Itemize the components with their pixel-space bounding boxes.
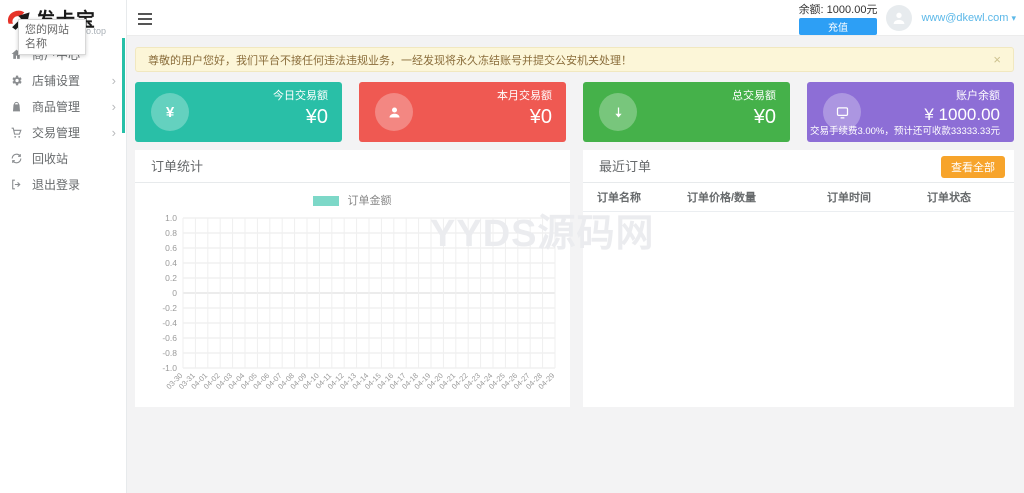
stat-card-label: 账户余额 bbox=[810, 90, 1000, 104]
yen-icon: ¥ bbox=[151, 93, 189, 131]
sidebar-menu: 商户中心店铺设置›商品管理›交易管理›回收站退出登录 bbox=[0, 36, 126, 197]
user-icon bbox=[375, 93, 413, 131]
order-amount-chart: 1.00.80.60.40.20-0.2-0.4-0.6-0.8-1.003-3… bbox=[143, 210, 563, 418]
legend-swatch bbox=[313, 196, 339, 206]
sidebar-item-bag[interactable]: 商品管理 › bbox=[0, 93, 126, 119]
chart-legend: 订单金额 bbox=[135, 192, 570, 208]
view-all-button[interactable]: 查看全部 bbox=[941, 156, 1005, 178]
account-email: www@dkewl.com bbox=[921, 12, 1008, 24]
chart-area: 1.00.80.60.40.20-0.2-0.4-0.6-0.8-1.003-3… bbox=[135, 208, 570, 423]
sidebar-item-label: 店铺设置 bbox=[32, 72, 80, 89]
svg-text:0.2: 0.2 bbox=[165, 273, 177, 283]
svg-text:0.4: 0.4 bbox=[165, 258, 177, 268]
stat-card: ¥ 今日交易额¥0 bbox=[135, 82, 342, 142]
orders-column-header: 订单时间 bbox=[827, 189, 927, 205]
balance-text: 余额: 1000.00元 bbox=[799, 1, 878, 17]
svg-text:0.8: 0.8 bbox=[165, 228, 177, 238]
orders-column-header: 订单名称 bbox=[597, 189, 687, 205]
recent-orders-title: 最近订单 bbox=[599, 159, 651, 174]
sidebar-item-recycle[interactable]: 回收站 bbox=[0, 145, 126, 171]
stat-card-value: ¥0 bbox=[732, 105, 776, 130]
chevron-right-icon: › bbox=[112, 126, 116, 139]
legend-label: 订单金额 bbox=[348, 195, 392, 207]
stat-card-note: 交易手续费3.00%，预计还可收款33333.33元 bbox=[810, 126, 1000, 138]
stat-card-label: 本月交易额 bbox=[497, 90, 552, 104]
stat-card: 本月交易额¥0 bbox=[359, 82, 566, 142]
topbar: 余额: 1000.00元 充值 www@dkewl.com ▾ bbox=[127, 0, 1024, 36]
sidebar-item-label: 退出登录 bbox=[32, 176, 80, 193]
sidebar-item-label: 商品管理 bbox=[32, 98, 80, 115]
gear-icon bbox=[10, 74, 25, 87]
stat-card-value: ¥ 1000.00 bbox=[810, 104, 1000, 125]
recent-orders-panel: 最近订单 查看全部 订单名称订单价格/数量订单时间订单状态 bbox=[583, 150, 1014, 407]
svg-text:-0.6: -0.6 bbox=[162, 333, 177, 343]
sidebar-item-logout[interactable]: 退出登录 bbox=[0, 171, 126, 197]
sidebar-item-gear[interactable]: 店铺设置 › bbox=[0, 67, 126, 93]
notice-text: 尊敬的用户您好，我们平台不接任何违法违规业务，一经发现将永久冻结账号并提交公安机… bbox=[148, 52, 632, 68]
account-dropdown[interactable]: www@dkewl.com ▾ bbox=[921, 12, 1016, 24]
sidebar-item-label: 交易管理 bbox=[32, 124, 80, 141]
bag-icon bbox=[10, 100, 25, 113]
topbar-right: 余额: 1000.00元 充值 www@dkewl.com ▾ bbox=[799, 0, 1016, 36]
recent-orders-header: 最近订单 查看全部 bbox=[583, 150, 1014, 183]
close-icon[interactable]: × bbox=[993, 52, 1001, 67]
stat-cards-row: ¥今日交易额¥0本月交易额¥0总交易额¥0账户余额¥ 1000.00交易手续费3… bbox=[135, 82, 1014, 142]
svg-text:-0.2: -0.2 bbox=[162, 303, 177, 313]
stat-card-value: ¥0 bbox=[497, 105, 552, 130]
sidebar-item-cart[interactable]: 交易管理 › bbox=[0, 119, 126, 145]
avatar[interactable] bbox=[886, 5, 912, 31]
order-stats-title: 订单统计 bbox=[135, 150, 570, 183]
stat-card-label: 总交易额 bbox=[732, 90, 776, 104]
svg-text:-0.8: -0.8 bbox=[162, 348, 177, 358]
person-icon bbox=[891, 10, 907, 26]
svg-text:0.6: 0.6 bbox=[165, 243, 177, 253]
order-stats-panel: 订单统计 订单金额 1.0 0.8 0.6 0.4 0.2 0 -0.2 -0.4 -0.6 -0… bbox=[135, 150, 570, 407]
notice-alert: 尊敬的用户您好，我们平台不接任何违法违规业务，一经发现将永久冻结账号并提交公安机… bbox=[135, 47, 1014, 72]
orders-column-header: 订单价格/数量 bbox=[687, 189, 827, 205]
stat-card: 总交易额¥0 bbox=[583, 82, 790, 142]
recycle-icon bbox=[10, 152, 25, 165]
arrow-down-icon bbox=[599, 93, 637, 131]
svg-text:-0.4: -0.4 bbox=[162, 318, 177, 328]
hamburger-menu-icon[interactable] bbox=[138, 13, 152, 28]
orders-table-header: 订单名称订单价格/数量订单时间订单状态 bbox=[583, 183, 1014, 212]
balance-block: 余额: 1000.00元 充值 bbox=[799, 1, 878, 35]
sidebar-scrollbar[interactable] bbox=[122, 38, 125, 133]
orders-column-header: 订单状态 bbox=[927, 189, 1017, 205]
stat-card-value: ¥0 bbox=[273, 105, 328, 130]
svg-text:1.0: 1.0 bbox=[165, 213, 177, 223]
sidebar-item-label: 回收站 bbox=[32, 150, 68, 167]
cart-icon bbox=[10, 126, 25, 139]
svg-text:0: 0 bbox=[172, 288, 177, 298]
stat-card-label: 今日交易额 bbox=[273, 90, 328, 104]
stat-card: 账户余额¥ 1000.00交易手续费3.00%，预计还可收款33333.33元 bbox=[807, 82, 1014, 142]
sidebar: 发卡宝 o.top 您的网站名称 商户中心店铺设置›商品管理›交易管理›回收站退… bbox=[0, 0, 127, 493]
chevron-right-icon: › bbox=[112, 74, 116, 87]
chevron-right-icon: › bbox=[112, 100, 116, 113]
recharge-button[interactable]: 充值 bbox=[799, 18, 878, 35]
logo-subtitle: o.top bbox=[86, 26, 106, 36]
svg-text:-1.0: -1.0 bbox=[162, 363, 177, 373]
site-name-tooltip: 您的网站名称 bbox=[18, 19, 86, 55]
chevron-down-icon: ▾ bbox=[1011, 13, 1016, 23]
logout-icon bbox=[10, 178, 25, 191]
